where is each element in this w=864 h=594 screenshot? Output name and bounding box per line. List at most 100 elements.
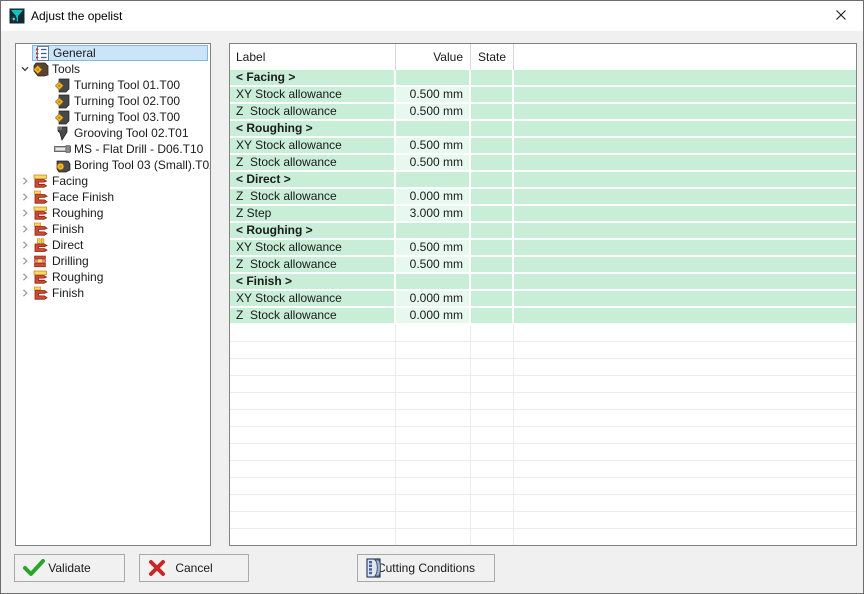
tree-item-ms-flat-drill-d06-t10[interactable]: MS - Flat Drill - D06.T10 (16, 141, 210, 157)
cell-state (471, 393, 514, 410)
column-header-value[interactable]: Value (396, 44, 471, 70)
tree-item-roughing[interactable]: Roughing (16, 205, 210, 221)
chevron-collapsed-icon[interactable] (18, 173, 32, 189)
cell-label: Z Stock allowance (230, 155, 396, 172)
table-row: Z Step3.000 mm (230, 206, 856, 223)
cell-filler (514, 529, 856, 546)
cell-label: < Roughing > (230, 121, 396, 138)
tree-item-finish[interactable]: Finish (16, 285, 210, 301)
cell-filler (514, 308, 856, 325)
tree-item-face-finish[interactable]: Face Finish (16, 189, 210, 205)
cell-value[interactable]: 0.500 mm (396, 104, 471, 121)
tree-item-roughing[interactable]: Roughing (16, 269, 210, 285)
cutting-conditions-button[interactable]: Cutting Conditions (357, 554, 495, 582)
chevron-placeholder (40, 141, 54, 157)
tree-item-label: General (50, 46, 100, 61)
cell-value[interactable]: 0.500 mm (396, 240, 471, 257)
tree-item-boring-tool-03-small-t02[interactable]: Boring Tool 03 (Small).T02 (16, 157, 210, 173)
column-header-label[interactable]: Label (230, 44, 396, 70)
cell-filler (514, 291, 856, 308)
chevron-collapsed-icon[interactable] (18, 205, 32, 221)
tree-item-tools[interactable]: Tools (16, 61, 210, 77)
chevron-collapsed-icon[interactable] (18, 269, 32, 285)
cell-label (230, 393, 396, 410)
tree-item-facing[interactable]: Facing (16, 173, 210, 189)
tree-item-label: Finish (49, 222, 88, 237)
cell-state (471, 172, 514, 189)
tree-item-content: Boring Tool 03 (Small).T02 (54, 157, 211, 173)
cell-state (471, 206, 514, 223)
cutting-conditions-icon (366, 558, 384, 578)
tree-item-grooving-tool-02-t01[interactable]: Grooving Tool 02.T01 (16, 125, 210, 141)
tree-item-direct[interactable]: Direct (16, 237, 210, 253)
cell-state (471, 461, 514, 478)
cell-filler (514, 240, 856, 257)
chevron-collapsed-icon[interactable] (18, 221, 32, 237)
cell-state (471, 87, 514, 104)
tree-item-drilling[interactable]: Drilling (16, 253, 210, 269)
tree-item-label: Facing (49, 174, 92, 189)
operation-tree: GeneralToolsTurning Tool 01.T00Turning T… (15, 43, 211, 546)
cell-label: Z Stock allowance (230, 308, 396, 325)
tree-item-general[interactable]: General (16, 45, 210, 61)
chevron-collapsed-icon[interactable] (18, 237, 32, 253)
cell-value[interactable]: 0.000 mm (396, 291, 471, 308)
table-row-empty (230, 393, 856, 410)
cell-value (396, 223, 471, 240)
table-row-empty (230, 444, 856, 461)
parameters-table: Label Value State < Facing >XY Stock all… (229, 43, 857, 546)
cell-state (471, 359, 514, 376)
validate-button[interactable]: Validate (14, 554, 125, 582)
chevron-collapsed-icon[interactable] (18, 189, 32, 205)
op-facing-icon (32, 205, 49, 221)
cell-value[interactable]: 0.000 mm (396, 189, 471, 206)
cell-label: Z Stock allowance (230, 257, 396, 274)
turning-tool-icon (54, 109, 71, 125)
cell-filler (514, 461, 856, 478)
cell-filler (514, 223, 856, 240)
cell-filler (514, 410, 856, 427)
chevron-expanded-icon[interactable] (18, 61, 32, 77)
chevron-collapsed-icon[interactable] (18, 285, 32, 301)
tree-item-finish[interactable]: Finish (16, 221, 210, 237)
red-cross-icon (148, 559, 166, 577)
cancel-label: Cancel (175, 561, 212, 575)
table-row-empty (230, 478, 856, 495)
chevron-placeholder (40, 93, 54, 109)
cell-value[interactable]: 3.000 mm (396, 206, 471, 223)
tree-item-label: Turning Tool 03.T00 (71, 110, 184, 125)
close-button[interactable] (818, 1, 863, 31)
cell-value (396, 495, 471, 512)
table-row-empty (230, 512, 856, 529)
cancel-button[interactable]: Cancel (139, 554, 249, 582)
cell-value[interactable]: 0.000 mm (396, 308, 471, 325)
cell-state (471, 427, 514, 444)
cell-label: XY Stock allowance (230, 87, 396, 104)
tree-item-label: Roughing (49, 206, 107, 221)
chevron-collapsed-icon[interactable] (18, 253, 32, 269)
chevron-placeholder (40, 109, 54, 125)
cell-value[interactable]: 0.500 mm (396, 87, 471, 104)
cell-label: < Roughing > (230, 223, 396, 240)
tree-item-turning-tool-03-t00[interactable]: Turning Tool 03.T00 (16, 109, 210, 125)
cell-state (471, 342, 514, 359)
table-row-empty (230, 410, 856, 427)
cell-value[interactable]: 0.500 mm (396, 138, 471, 155)
tree-item-turning-tool-02-t00[interactable]: Turning Tool 02.T00 (16, 93, 210, 109)
cell-value[interactable]: 0.500 mm (396, 257, 471, 274)
cell-value[interactable]: 0.500 mm (396, 155, 471, 172)
cell-value (396, 393, 471, 410)
cell-value (396, 70, 471, 87)
cell-label: Z Step (230, 206, 396, 223)
cell-value (396, 359, 471, 376)
cell-state (471, 274, 514, 291)
cell-state (471, 121, 514, 138)
table-body: < Facing >XY Stock allowance0.500 mmZ St… (230, 70, 856, 546)
cell-state (471, 478, 514, 495)
column-header-state[interactable]: State (471, 44, 514, 70)
tree-item-turning-tool-01-t00[interactable]: Turning Tool 01.T00 (16, 77, 210, 93)
turning-tool-icon (54, 93, 71, 109)
cell-label (230, 410, 396, 427)
tree-item-content: Roughing (32, 205, 210, 221)
table-row-empty (230, 495, 856, 512)
